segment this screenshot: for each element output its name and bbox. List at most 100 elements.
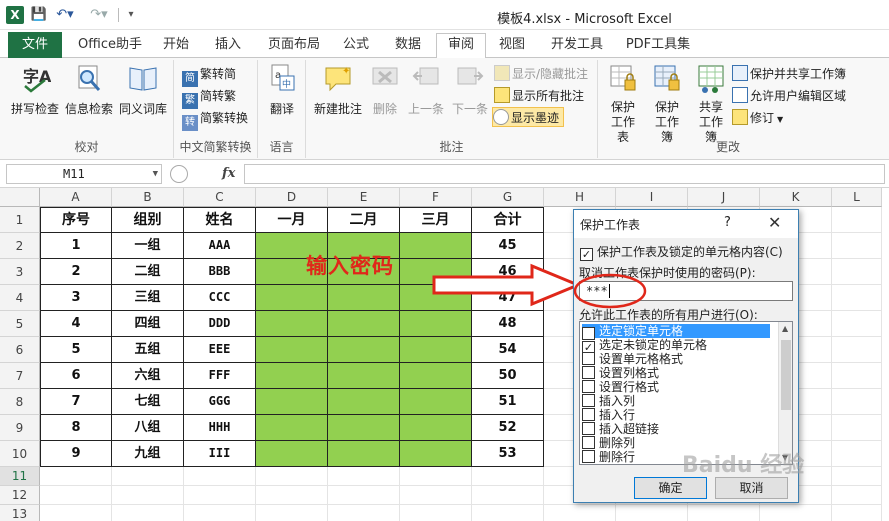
column-header-h[interactable]: H (544, 188, 616, 207)
permission-item[interactable]: 插入列 (582, 394, 635, 408)
ok-button[interactable]: 确定 (634, 477, 707, 499)
table-cell[interactable] (256, 441, 328, 467)
next-comment-button[interactable]: 下一条 (448, 62, 492, 117)
table-cell[interactable] (400, 233, 472, 259)
table-cell[interactable] (328, 311, 400, 337)
new-comment-button[interactable]: ✦ 新建批注 (310, 62, 366, 117)
permission-item[interactable]: 删除行 (582, 450, 635, 464)
table-cell[interactable] (400, 441, 472, 467)
scroll-up-icon[interactable]: ▲ (782, 324, 788, 333)
permission-item[interactable]: 设置列格式 (582, 366, 659, 380)
spell-check-button[interactable]: 字A 拼写检查 (8, 62, 62, 117)
translate-button[interactable]: a中 翻译 (262, 62, 302, 117)
row-header-13[interactable]: 13 (0, 505, 40, 521)
row-header-7[interactable]: 7 (0, 363, 40, 389)
table-header-cell[interactable]: 合计 (472, 207, 544, 233)
table-cell[interactable]: HHH (184, 415, 256, 441)
name-box[interactable]: M11 ▼ (6, 164, 162, 184)
table-cell[interactable]: GGG (184, 389, 256, 415)
table-cell[interactable] (256, 337, 328, 363)
table-cell[interactable]: 1 (40, 233, 112, 259)
table-cell[interactable]: AAA (184, 233, 256, 259)
tab-insert[interactable]: 插入 (210, 34, 246, 58)
table-cell[interactable]: 52 (472, 415, 544, 441)
protect-workbook-button[interactable]: 保护工作簿 (646, 62, 688, 145)
table-cell[interactable] (400, 389, 472, 415)
scrollbar-thumb[interactable] (781, 340, 791, 410)
table-header-cell[interactable]: 一月 (256, 207, 328, 233)
permission-item[interactable]: 删除列 (582, 436, 635, 450)
table-cell[interactable] (328, 415, 400, 441)
chinese-convert-button[interactable]: 转简繁转换 (182, 108, 248, 131)
column-header-c[interactable]: C (184, 188, 256, 207)
table-cell[interactable]: 三组 (112, 285, 184, 311)
table-cell[interactable]: 8 (40, 415, 112, 441)
table-cell[interactable]: 一组 (112, 233, 184, 259)
row-header-6[interactable]: 6 (0, 337, 40, 363)
table-header-cell[interactable]: 组别 (112, 207, 184, 233)
permission-checkbox[interactable] (582, 380, 595, 393)
table-cell[interactable]: 4 (40, 311, 112, 337)
tab-office-helper[interactable]: Office助手 (72, 34, 148, 58)
formula-cancel-icon[interactable] (170, 165, 188, 183)
column-header-j[interactable]: J (688, 188, 760, 207)
row-header-1[interactable]: 1 (0, 207, 40, 233)
table-cell[interactable] (256, 363, 328, 389)
permission-item[interactable]: 设置行格式 (582, 380, 659, 394)
protect-share-button[interactable]: 保护并共享工作簿 (732, 64, 846, 84)
tab-developer[interactable]: 开发工具 (544, 34, 610, 58)
table-cell[interactable]: 50 (472, 363, 544, 389)
table-cell[interactable]: FFF (184, 363, 256, 389)
tab-pdf-tools[interactable]: PDF工具集 (622, 34, 694, 58)
permission-checkbox[interactable] (582, 352, 595, 365)
table-cell[interactable]: 6 (40, 363, 112, 389)
show-hide-comment-button[interactable]: 显示/隐藏批注 (494, 64, 588, 84)
table-cell[interactable]: 45 (472, 233, 544, 259)
table-cell[interactable] (400, 415, 472, 441)
row-header-10[interactable]: 10 (0, 441, 40, 467)
table-cell[interactable]: 9 (40, 441, 112, 467)
tab-review[interactable]: 审阅 (436, 33, 486, 59)
table-cell[interactable]: III (184, 441, 256, 467)
table-cell[interactable]: BBB (184, 259, 256, 285)
permission-checkbox[interactable] (582, 408, 595, 421)
table-cell[interactable] (256, 389, 328, 415)
table-cell[interactable] (400, 363, 472, 389)
table-cell[interactable]: 53 (472, 441, 544, 467)
column-header-g[interactable]: G (472, 188, 544, 207)
function-icon[interactable]: fx (222, 166, 235, 181)
table-cell[interactable]: 3 (40, 285, 112, 311)
row-header-12[interactable]: 12 (0, 486, 40, 505)
column-header-l[interactable]: L (832, 188, 882, 207)
tab-file[interactable]: 文件 (8, 32, 62, 58)
row-header-11[interactable]: 11 (0, 467, 40, 486)
table-cell[interactable]: 48 (472, 311, 544, 337)
table-cell[interactable]: 六组 (112, 363, 184, 389)
column-header-k[interactable]: K (760, 188, 832, 207)
column-header-e[interactable]: E (328, 188, 400, 207)
table-cell[interactable]: 51 (472, 389, 544, 415)
row-header-5[interactable]: 5 (0, 311, 40, 337)
allow-edit-ranges-button[interactable]: 允许用户编辑区域 (732, 86, 846, 106)
table-cell[interactable] (400, 337, 472, 363)
tab-home[interactable]: 开始 (158, 34, 194, 58)
tab-formulas[interactable]: 公式 (338, 34, 374, 58)
tab-page-layout[interactable]: 页面布局 (264, 34, 324, 58)
permission-checkbox[interactable] (582, 450, 595, 463)
permission-item[interactable]: ✓ 选定锁定单元格 (582, 324, 770, 340)
row-header-2[interactable]: 2 (0, 233, 40, 259)
table-cell[interactable]: 五组 (112, 337, 184, 363)
permission-checkbox[interactable] (582, 394, 595, 407)
select-all-corner[interactable] (0, 188, 40, 207)
table-cell[interactable]: EEE (184, 337, 256, 363)
thesaurus-button[interactable]: 同义词库 (116, 62, 170, 117)
table-cell[interactable]: 7 (40, 389, 112, 415)
table-cell[interactable] (256, 311, 328, 337)
table-header-cell[interactable]: 二月 (328, 207, 400, 233)
column-header-a[interactable]: A (40, 188, 112, 207)
permission-checkbox[interactable] (582, 436, 595, 449)
table-header-cell[interactable]: 序号 (40, 207, 112, 233)
delete-comment-button[interactable]: 删除 (366, 62, 404, 117)
permission-checkbox[interactable] (582, 422, 595, 435)
row-header-9[interactable]: 9 (0, 415, 40, 441)
